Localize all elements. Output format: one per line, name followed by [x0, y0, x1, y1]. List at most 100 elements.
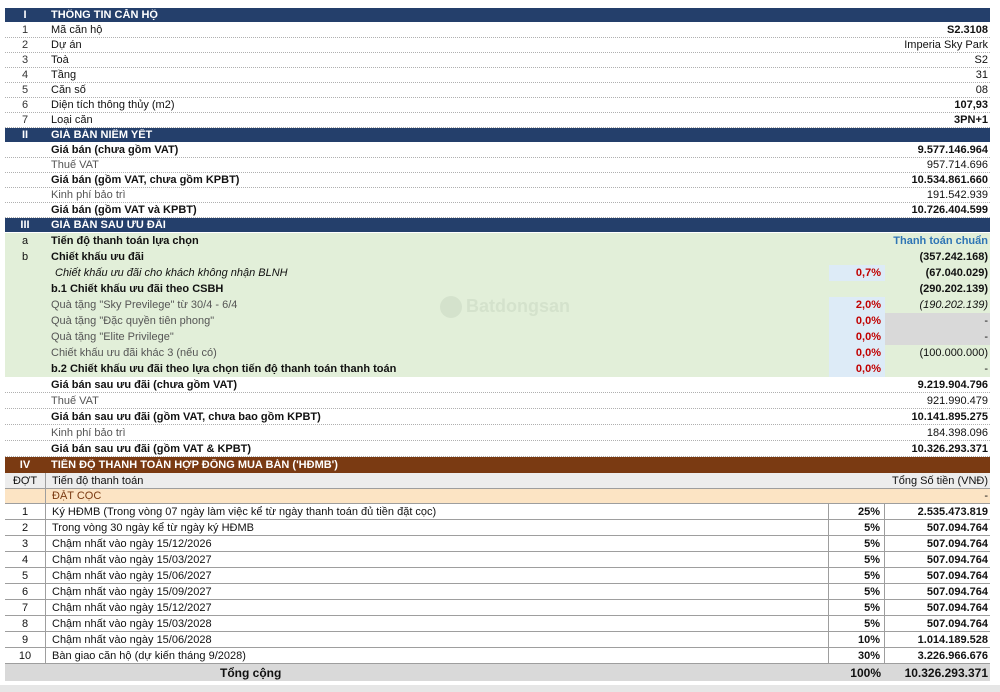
list-price-rows: Giá bán (chưa gồm VAT) 9.577.146.964 Thuế …	[5, 143, 990, 218]
section-apartment-info-header: I THÔNG TIN CĂN HỘ	[5, 8, 990, 23]
payment-description: Chậm nhất vào ngày 15/09/2027	[46, 584, 829, 599]
row-label: Giá bán (chưa gồm VAT)	[51, 144, 179, 156]
row-label: Căn số	[51, 84, 86, 96]
other-discount-pct[interactable]: 0,0%	[829, 345, 885, 361]
discount-total-value: (357.242.168)	[919, 251, 989, 263]
row-label: Tiến độ thanh toán lựa chọn	[51, 235, 199, 247]
row-label: b.1 Chiết khấu ưu đãi theo CSBH	[51, 283, 224, 295]
gift-pct[interactable]: 0,0%	[829, 329, 885, 345]
row-label: Tầng	[51, 69, 77, 81]
plan-discount-pct[interactable]: 0,0%	[829, 361, 885, 377]
row-label: Dự án	[51, 39, 82, 51]
payment-pct: 10%	[829, 632, 885, 647]
total-value: 10.326.293.371	[904, 665, 988, 680]
row-label: Quà tặng "Sky Previlege" từ 30/4 - 6/4	[51, 299, 238, 311]
gift-value: (190.202.139)	[919, 299, 989, 311]
payment-amount: 507.094.764	[926, 585, 988, 598]
payment-amount: 507.094.764	[926, 537, 988, 550]
payment-row: 1 Ký HĐMB (Trong vòng 07 ngày làm việc kể…	[5, 504, 990, 520]
row-number: 3	[21, 54, 29, 66]
gift-value: -	[885, 329, 990, 345]
row-label: Kinh phí bảo trì	[51, 426, 126, 439]
section-number: III	[20, 219, 30, 231]
deposit-label: ĐẶT CỌC	[52, 490, 102, 502]
gift-value: -	[885, 313, 990, 329]
csbh-discount-value: (290.202.139)	[919, 283, 989, 295]
row-value: 31	[975, 69, 988, 81]
row-label: Giá bán sau ưu đãi (gồm VAT, chưa bao gồ…	[51, 410, 321, 423]
row-label: Diện tích thông thủy (m2)	[51, 99, 175, 111]
row-number: 6	[21, 99, 29, 111]
row-label: Giá bán (gồm VAT và KPBT)	[51, 204, 197, 216]
row-value: 3PN+1	[954, 114, 988, 126]
payment-pct: 5%	[829, 616, 885, 631]
payment-description: Chậm nhất vào ngày 15/12/2026	[46, 536, 829, 551]
row-label: Thuế VAT	[51, 394, 99, 407]
discounted-price-row: Kinh phí bảo trì 184.398.096	[5, 425, 990, 441]
gift-rows: Quà tặng "Sky Previlege" từ 30/4 - 6/4 2,…	[5, 297, 990, 345]
row-value: 10.141.895.275	[911, 410, 988, 423]
row-value: 08	[975, 84, 988, 96]
payment-amount: 507.094.764	[926, 601, 988, 614]
payment-row: 3 Chậm nhất vào ngày 15/12/2026 5% 507.094.…	[5, 536, 990, 552]
payment-stage: 2	[5, 520, 46, 535]
row-label: Giá bán sau ưu đãi (gồm VAT & KPBT)	[51, 442, 252, 455]
row-label: Loại căn	[51, 114, 93, 126]
section-number: II	[21, 129, 29, 141]
payment-pct: 5%	[829, 600, 885, 615]
row-number: 4	[21, 69, 29, 81]
section-number: I	[23, 9, 27, 21]
col-total: Tổng Số tiền (VNĐ)	[892, 474, 988, 487]
gift-pct[interactable]: 0,0%	[829, 313, 885, 329]
plan-discount-row: b.2 Chiết khấu ưu đãi theo lựa chọn tiến…	[5, 361, 990, 377]
price-row: Giá bán (chưa gồm VAT) 9.577.146.964	[5, 143, 990, 158]
payment-description: Chậm nhất vào ngày 15/03/2027	[46, 552, 829, 567]
payment-description: Ký HĐMB (Trong vòng 07 ngày làm việc kể …	[46, 504, 829, 519]
total-label: Tổng cộng	[220, 665, 282, 680]
row-value: S2	[974, 54, 988, 66]
payment-amount: 507.094.764	[926, 521, 988, 534]
discount-total-row: b Chiết khấu ưu đãi (357.242.168)	[5, 249, 990, 265]
other-discount-row: Chiết khấu ưu đãi khác 3 (nếu có) 0,0% (…	[5, 345, 990, 361]
payment-stage: 6	[5, 584, 46, 599]
row-value: 184.398.096	[926, 426, 988, 439]
total-row: Tổng cộng 100% 10.326.293.371	[5, 664, 990, 681]
section-payment-schedule-header: IV TIẾN ĐỘ THANH TOÁN HỢP ĐỒNG MUA BÁN (…	[5, 457, 990, 473]
deposit-value: -	[984, 490, 988, 502]
payment-stage: 9	[5, 632, 46, 647]
row-letter: b	[21, 251, 29, 263]
payment-pct: 5%	[829, 584, 885, 599]
row-label: Toà	[51, 54, 69, 66]
payment-row: 8 Chậm nhất vào ngày 15/03/2028 5% 507.094.…	[5, 616, 990, 632]
discounted-price-row: Giá bán sau ưu đãi (gồm VAT, chưa bao gồ…	[5, 409, 990, 425]
row-label: b.2 Chiết khấu ưu đãi theo lựa chọn tiến…	[51, 363, 397, 375]
payment-stage: 8	[5, 616, 46, 631]
other-discount-value: (100.000.000)	[919, 347, 989, 359]
price-row: Thuế VAT 957.714.696	[5, 158, 990, 173]
gift-row: Quà tặng "Đặc quyền tiên phong" 0,0% -	[5, 313, 990, 329]
payment-amount: 2.535.473.819	[917, 505, 988, 518]
bottom-bar	[0, 685, 1000, 692]
row-label: Giá bán sau ưu đãi (chưa gồm VAT)	[51, 378, 238, 391]
payment-amount: 507.094.764	[926, 553, 988, 566]
payment-amount: 507.094.764	[926, 617, 988, 630]
row-label: Quà tặng "Đặc quyền tiên phong"	[51, 315, 215, 327]
payment-pct: 5%	[829, 520, 885, 535]
gift-row: Quà tặng "Sky Previlege" từ 30/4 - 6/4 2,…	[5, 297, 990, 313]
info-row: 6 Diện tích thông thủy (m2) 107,93	[5, 98, 990, 113]
discounted-price-rows: Giá bán sau ưu đãi (chưa gồm VAT) 9.219.9…	[5, 377, 990, 457]
price-row: Kinh phí bảo trì 191.542.939	[5, 188, 990, 203]
discounted-price-row: Giá bán sau ưu đãi (gồm VAT & KPBT) 10.32…	[5, 441, 990, 457]
gift-pct[interactable]: 2,0%	[829, 297, 885, 313]
row-number: 5	[21, 84, 29, 96]
row-number: 2	[21, 39, 29, 51]
payment-plan-value[interactable]: Thanh toán chuẩn	[790, 235, 990, 247]
price-sheet: I THÔNG TIN CĂN HỘ 1 Mã căn hộ S2.3108 2 Dự …	[5, 8, 990, 681]
col-progress: Tiến độ thanh toán	[52, 474, 144, 487]
payment-pct: 30%	[829, 648, 885, 663]
payment-description: Chậm nhất vào ngày 15/03/2028	[46, 616, 829, 631]
payment-amount: 507.094.764	[926, 569, 988, 582]
blnh-discount-pct[interactable]: 0,7%	[829, 265, 885, 281]
row-label: Mã căn hộ	[51, 24, 103, 36]
payment-row: 6 Chậm nhất vào ngày 15/09/2027 5% 507.094.…	[5, 584, 990, 600]
